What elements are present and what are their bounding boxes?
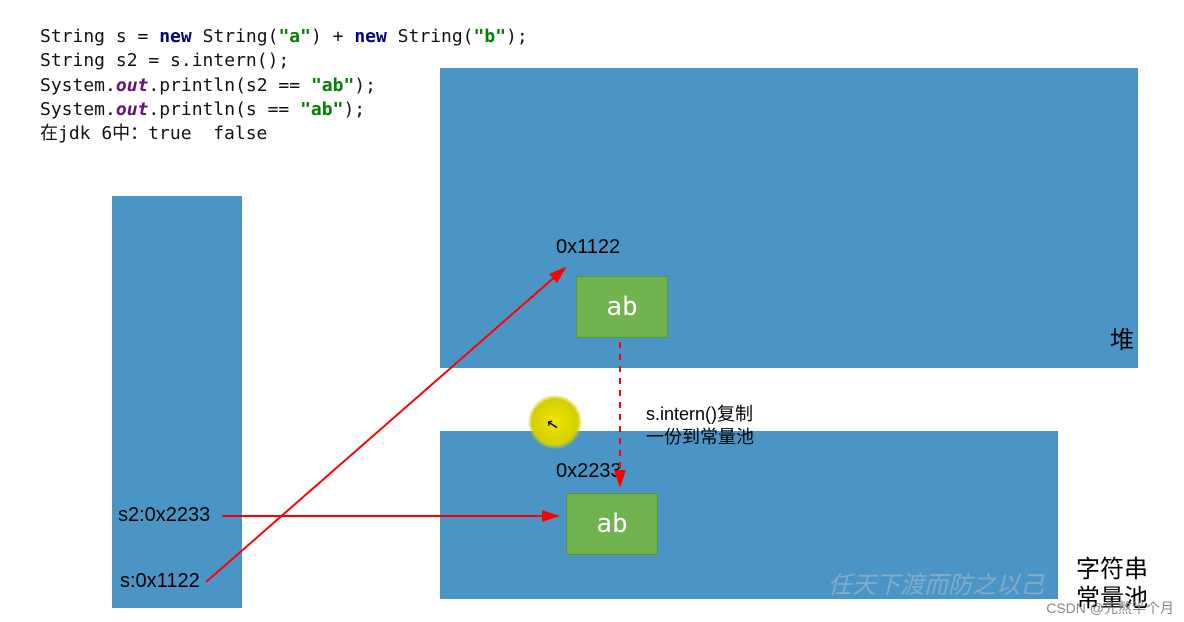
intern-note: s.intern()复制 一份到常量池 [646,403,754,450]
heap-panel [440,68,1138,368]
heap-address-label: 0x1122 [556,236,620,259]
watermark: CSDN @先熬半个月 [1046,598,1174,618]
heap-object-ab: ab [576,276,668,338]
watermark-faint: 任天下渡而防之以己 [828,565,1044,600]
stack-var-s2: s2:0x2233 [118,504,210,527]
pool-object-ab: ab [566,493,658,555]
stack-panel [112,196,242,608]
stack-var-s: s:0x1122 [120,570,200,593]
pool-address-label: 0x2233 [556,460,622,483]
heap-title: 堆 [1110,320,1134,355]
